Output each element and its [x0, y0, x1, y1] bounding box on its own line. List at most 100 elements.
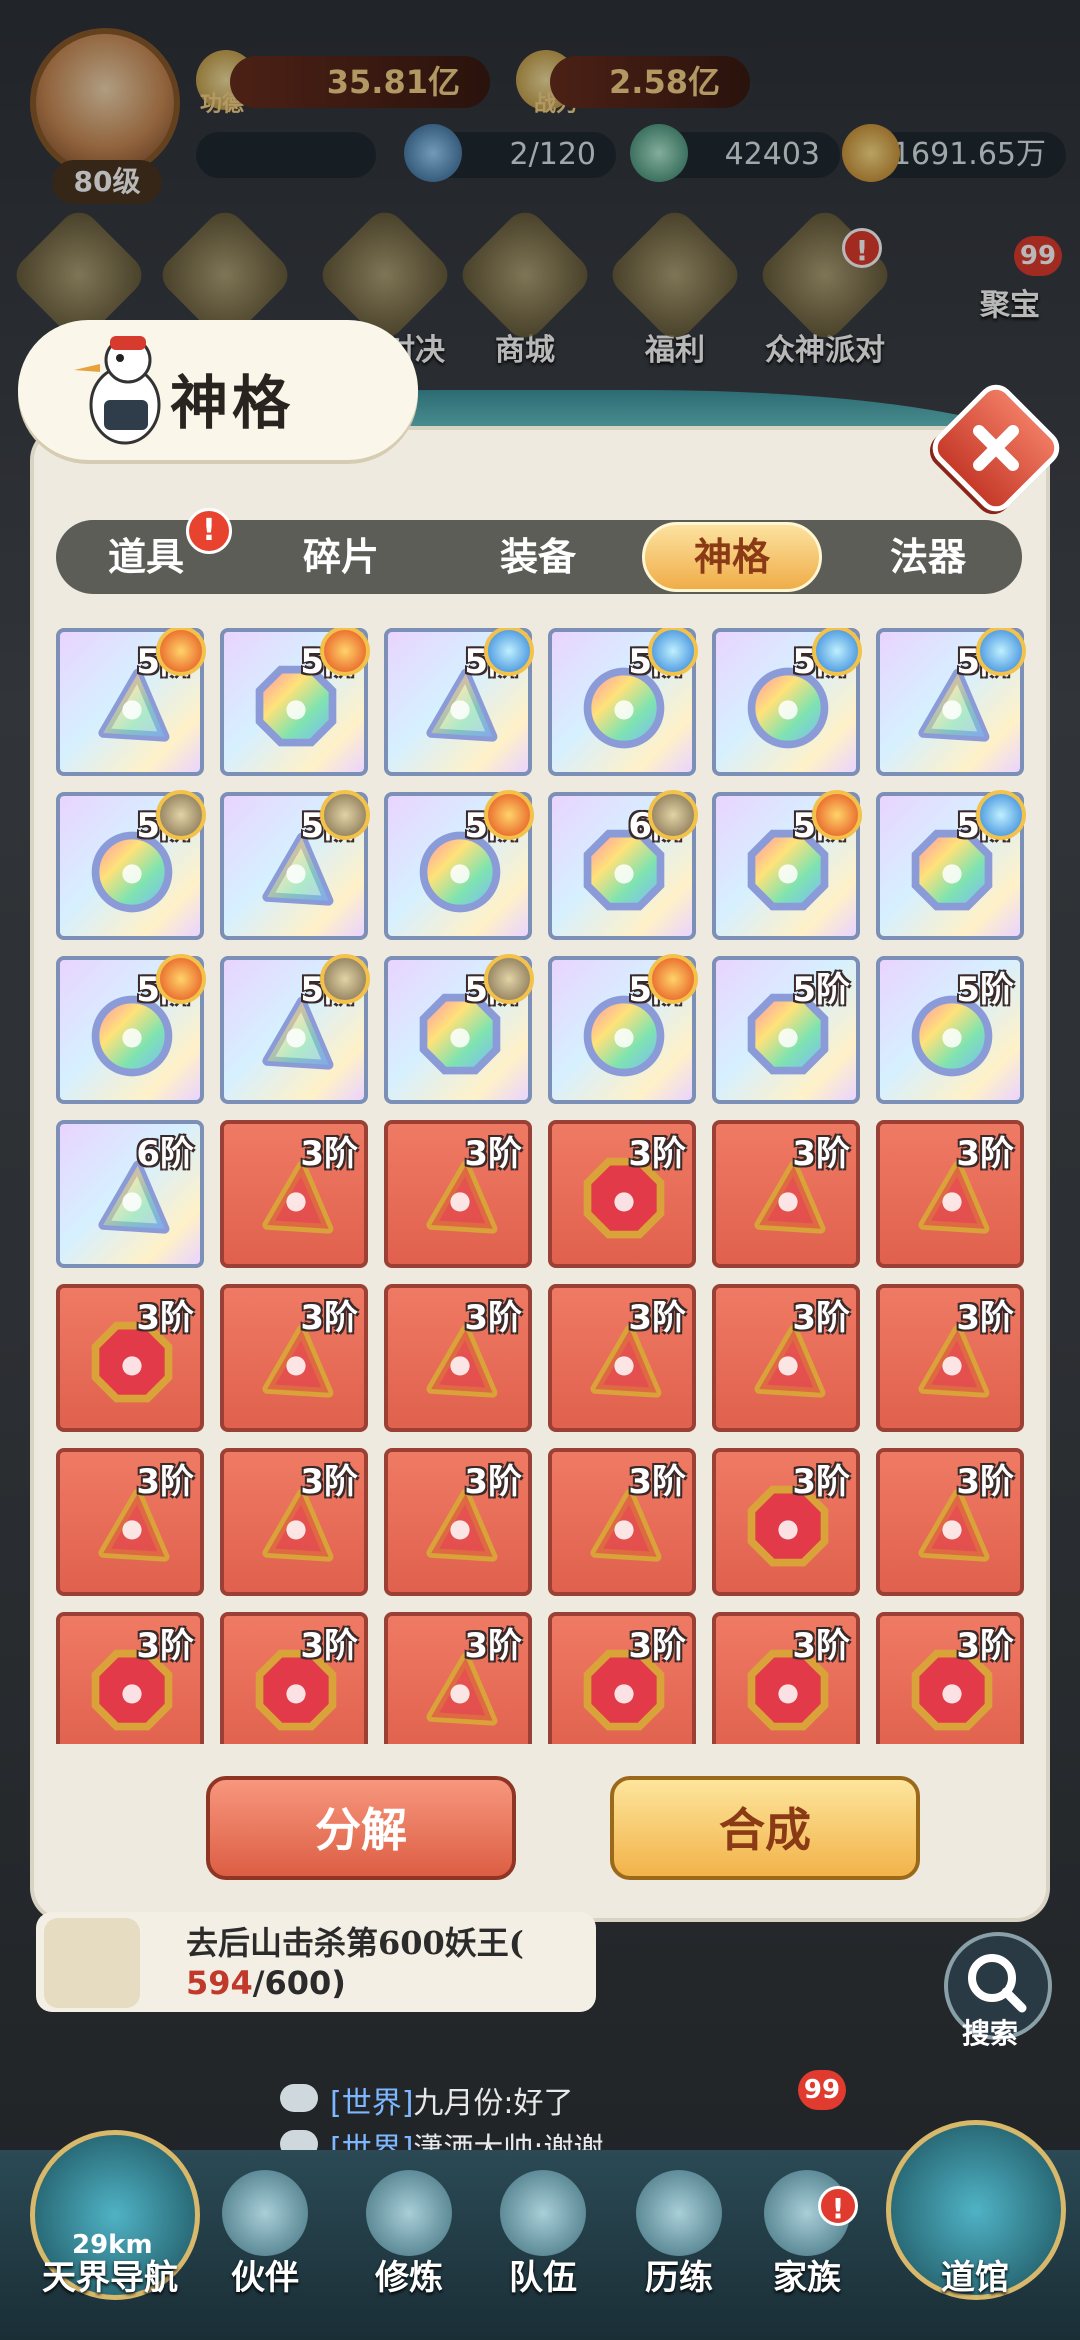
items-tab-alert-badge: !	[186, 508, 232, 554]
chat-line[interactable]: [世界]九月份:好了	[330, 2078, 574, 2122]
divinity-item-slot[interactable]: 3阶	[712, 1612, 860, 1744]
panel-title: 神格	[170, 369, 295, 437]
divinity-item-slot[interactable]: 3阶	[548, 1284, 696, 1432]
item-tier-label: 3阶	[628, 1462, 686, 1502]
chat-bubble-icon	[280, 2084, 318, 2112]
divinity-item-slot[interactable]: 3阶	[876, 1448, 1024, 1596]
search-label: 搜索	[962, 2017, 1019, 2050]
item-tier-label: 6阶	[136, 1134, 194, 1174]
divinity-item-slot[interactable]: 5阶	[384, 954, 534, 1104]
item-tier-label: 3阶	[792, 1626, 850, 1666]
divinity-item-slot[interactable]: 5阶	[220, 790, 370, 940]
water-element-icon	[484, 628, 534, 676]
divinity-item-slot[interactable]: 6阶	[56, 1120, 204, 1268]
item-grid: 5阶5阶5阶5阶5阶5阶5阶5阶5阶6阶5阶5阶5阶5阶5阶5阶5阶5阶6阶3阶…	[56, 628, 1026, 1744]
divinity-item-slot[interactable]: 5阶	[220, 628, 370, 776]
item-tier-label: 3阶	[464, 1298, 522, 1338]
divinity-item-slot[interactable]: 5阶	[548, 954, 698, 1104]
divinity-item-slot[interactable]: 3阶	[876, 1284, 1024, 1432]
divinity-item-slot[interactable]: 3阶	[384, 1284, 532, 1432]
item-tier-label: 3阶	[464, 1626, 522, 1666]
tab-divinity[interactable]: 神格	[642, 522, 822, 592]
tab-equipment[interactable]: 装备	[448, 520, 628, 594]
item-tier-label: 3阶	[136, 1626, 194, 1666]
scroll-icon	[44, 1918, 140, 2008]
water-element-icon	[976, 790, 1026, 840]
divinity-item-slot[interactable]: 3阶	[548, 1120, 696, 1268]
quest-progress: 594/600)	[186, 1964, 346, 2002]
divinity-item-slot[interactable]: 5阶	[220, 954, 370, 1104]
divinity-item-slot[interactable]: 3阶	[56, 1284, 204, 1432]
divinity-item-slot[interactable]: 5阶	[56, 790, 206, 940]
divinity-item-slot[interactable]: 3阶	[56, 1612, 204, 1744]
divinity-item-slot[interactable]: 5阶	[712, 628, 862, 776]
team-icon	[500, 2170, 586, 2256]
divinity-item-slot[interactable]: 3阶	[876, 1120, 1024, 1268]
divinity-item-slot[interactable]: 5阶	[384, 790, 534, 940]
fire-element-icon	[320, 628, 370, 676]
item-tier-label: 3阶	[136, 1298, 194, 1338]
item-tier-label: 3阶	[628, 1626, 686, 1666]
divinity-item-slot[interactable]: 3阶	[384, 1120, 532, 1268]
nav-family[interactable]: 家族	[742, 2250, 872, 2299]
divinity-item-slot[interactable]: 3阶	[712, 1284, 860, 1432]
water-element-icon	[648, 628, 698, 676]
divinity-item-slot[interactable]: 5阶	[876, 790, 1026, 940]
water-element-icon	[812, 628, 862, 676]
combine-button[interactable]: 合成	[610, 1776, 920, 1880]
earth-element-icon	[484, 954, 534, 1004]
divinity-item-slot[interactable]: 3阶	[876, 1612, 1024, 1744]
divinity-item-slot[interactable]: 3阶	[384, 1612, 532, 1744]
item-tier-label: 3阶	[464, 1462, 522, 1502]
item-tier-label: 3阶	[300, 1626, 358, 1666]
divinity-item-slot[interactable]: 3阶	[548, 1612, 696, 1744]
divinity-item-slot[interactable]: 5阶	[712, 790, 862, 940]
divinity-item-slot[interactable]: 3阶	[548, 1448, 696, 1596]
divinity-item-slot[interactable]: 3阶	[384, 1448, 532, 1596]
divinity-item-slot[interactable]: 5阶	[712, 956, 860, 1104]
item-tier-label: 3阶	[300, 1134, 358, 1174]
nav-team[interactable]: 队伍	[478, 2250, 608, 2299]
fire-element-icon	[812, 790, 862, 840]
divinity-item-slot[interactable]: 3阶	[220, 1120, 368, 1268]
family-alert-badge: !	[818, 2186, 858, 2226]
divinity-item-slot[interactable]: 3阶	[712, 1448, 860, 1596]
item-tier-label: 3阶	[628, 1298, 686, 1338]
nav-cultivate[interactable]: 修炼	[344, 2250, 474, 2299]
nav-partner[interactable]: 伙伴	[200, 2250, 330, 2299]
item-tier-label: 3阶	[136, 1462, 194, 1502]
item-tier-label: 3阶	[300, 1462, 358, 1502]
divinity-item-slot[interactable]: 5阶	[56, 954, 206, 1104]
divinity-item-slot[interactable]: 5阶	[876, 956, 1024, 1104]
item-tier-label: 3阶	[956, 1626, 1014, 1666]
divinity-item-slot[interactable]: 5阶	[384, 628, 534, 776]
item-tier-label: 5阶	[956, 970, 1014, 1010]
divinity-item-slot[interactable]: 5阶	[56, 628, 206, 776]
tab-artifacts[interactable]: 法器	[838, 520, 1018, 594]
nav-sky-navigation-label: 天界导航	[42, 2258, 178, 2298]
fire-element-icon	[156, 628, 206, 676]
earth-element-icon	[156, 790, 206, 840]
fire-element-icon	[648, 954, 698, 1004]
divinity-item-slot[interactable]: 3阶	[220, 1448, 368, 1596]
nav-trial[interactable]: 历练	[614, 2250, 744, 2299]
item-tier-label: 3阶	[792, 1462, 850, 1502]
divinity-item-slot[interactable]: 3阶	[220, 1612, 368, 1744]
trial-icon	[636, 2170, 722, 2256]
item-tier-label: 3阶	[464, 1134, 522, 1174]
divinity-item-slot[interactable]: 3阶	[220, 1284, 368, 1432]
decompose-button[interactable]: 分解	[206, 1776, 516, 1880]
divinity-item-slot[interactable]: 5阶	[548, 628, 698, 776]
divinity-item-slot[interactable]: 3阶	[56, 1448, 204, 1596]
earth-element-icon	[648, 790, 698, 840]
divinity-item-slot[interactable]: 5阶	[876, 628, 1026, 776]
item-tier-label: 3阶	[956, 1134, 1014, 1174]
nav-dojo-label: 道馆	[941, 2258, 1009, 2298]
cultivate-icon	[366, 2170, 452, 2256]
fire-element-icon	[484, 790, 534, 840]
fire-element-icon	[156, 954, 206, 1004]
tab-fragments[interactable]: 碎片	[251, 520, 431, 594]
item-tier-label: 3阶	[956, 1462, 1014, 1502]
divinity-item-slot[interactable]: 3阶	[712, 1120, 860, 1268]
divinity-item-slot[interactable]: 6阶	[548, 790, 698, 940]
